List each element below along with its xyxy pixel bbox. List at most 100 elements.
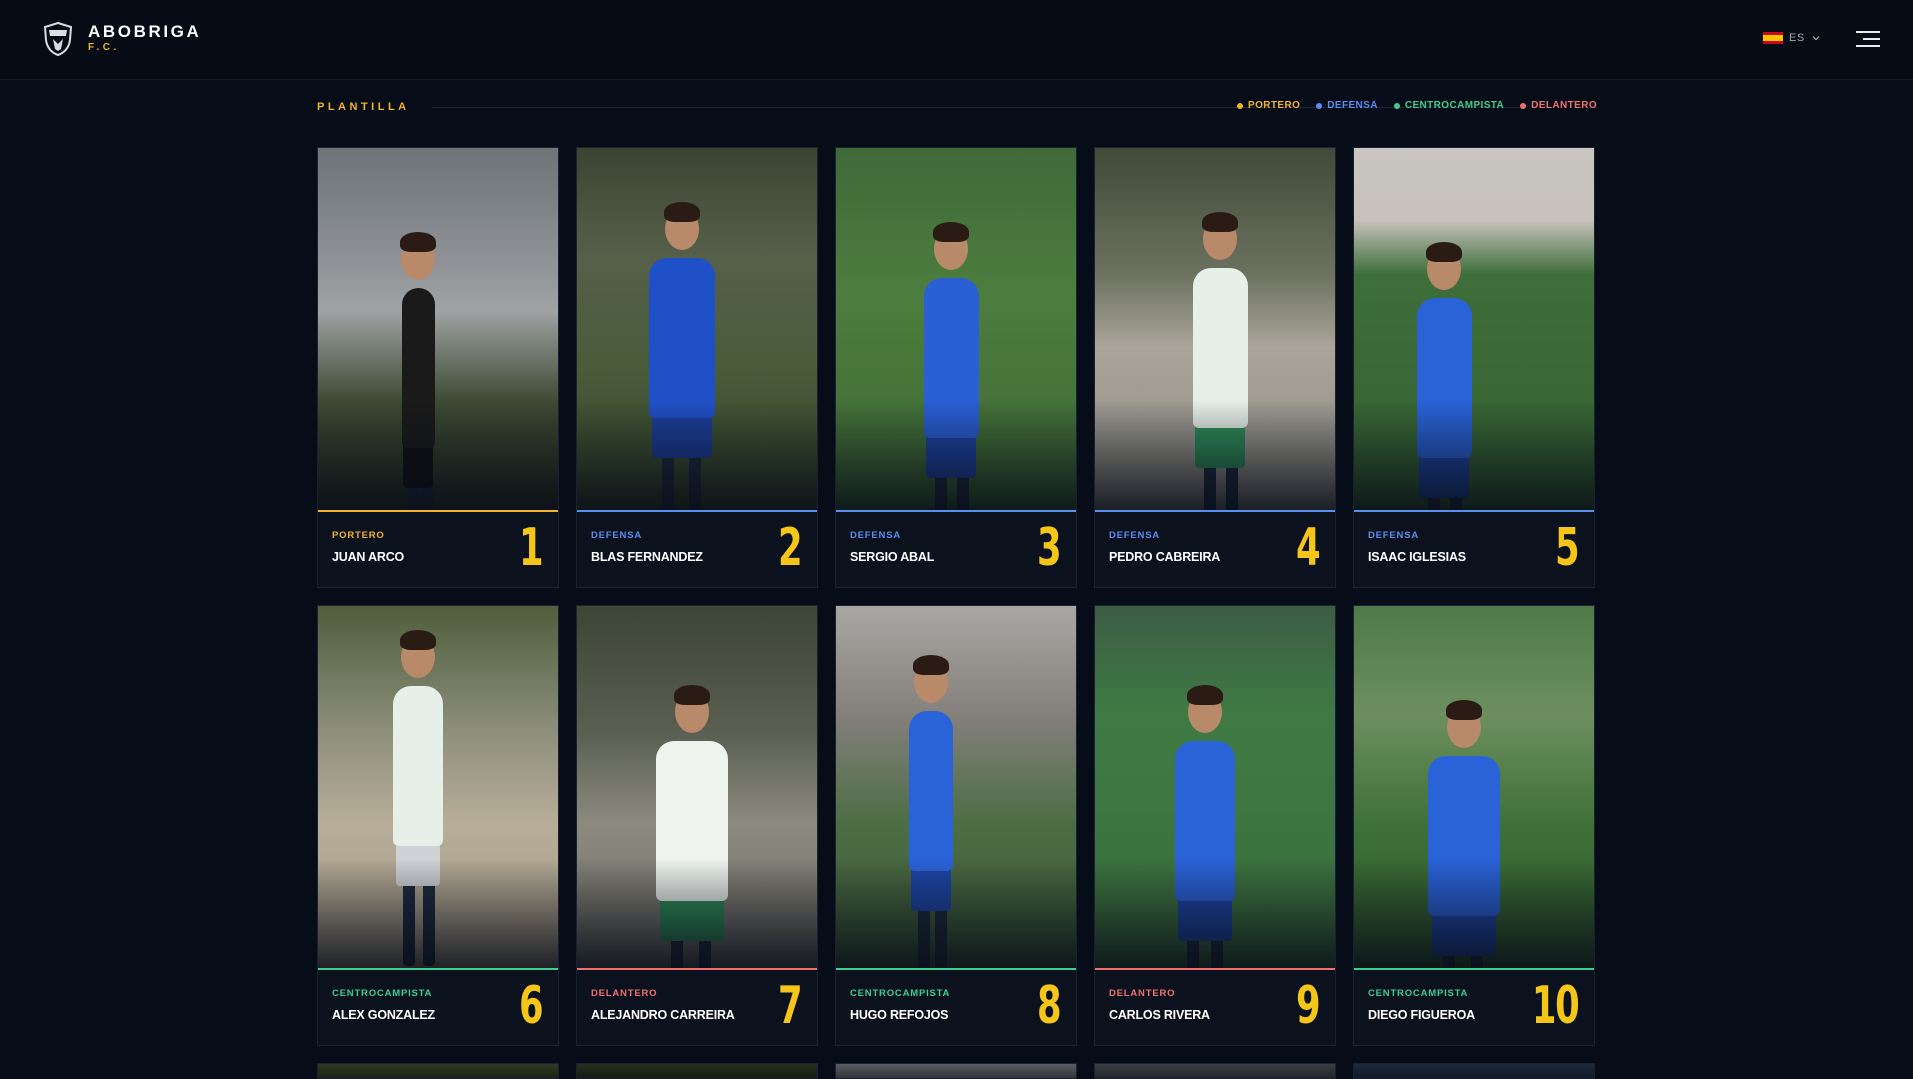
player-name: DIEGO FIGUEROA [1368,1008,1475,1022]
photo-fade [318,400,558,510]
player-card-partial[interactable] [835,1063,1077,1079]
player-photo [318,606,558,968]
photo-fade [836,400,1076,510]
player-position: CENTROCAMPISTA [850,988,951,999]
player-card[interactable]: DEFENSA ISAAC IGLESIAS 5 [1353,147,1595,588]
player-card[interactable]: CENTROCAMPISTA HUGO REFOJOS 8 [835,605,1077,1046]
legend-dot [1393,102,1400,109]
player-card[interactable]: CENTROCAMPISTA DIEGO FIGUEROA 10 [1353,605,1595,1046]
photo-fade [577,858,817,968]
player-info: DELANTERO CARLOS RIVERA [1109,988,1210,1022]
photo-fade [1354,400,1594,510]
player-number: 8 [1036,976,1062,1036]
menu-bar [1856,45,1880,47]
player-number: 9 [1295,976,1321,1036]
brand-logo[interactable]: ABOBRIGA F.C. [44,22,201,56]
position-accent-line [1095,968,1335,970]
player-position: CENTROCAMPISTA [1368,988,1469,999]
legend-label: DELANTERO [1531,100,1597,111]
player-number: 1 [518,518,544,578]
photo-fade [1095,858,1335,968]
player-card[interactable]: DEFENSA BLAS FERNANDEZ 2 [576,147,818,588]
site-header: ABOBRIGA F.C. ES [0,0,1913,80]
menu-bar [1863,38,1880,40]
position-accent-line [1354,968,1594,970]
player-position: DEFENSA [1368,530,1419,541]
player-position: DELANTERO [591,988,658,999]
player-info: PORTERO JUAN ARCO [332,530,404,564]
player-position: DEFENSA [850,530,901,541]
legend-item: PORTERO [1237,100,1300,111]
player-position: CENTROCAMPISTA [332,988,433,999]
player-photo [1354,148,1594,510]
player-name: SERGIO ABAL [850,550,935,564]
language-code: ES [1789,32,1805,44]
photo-fade [577,400,817,510]
player-number: 4 [1295,518,1321,578]
player-info: CENTROCAMPISTA HUGO REFOJOS [850,988,950,1022]
section-title: PLANTILLA [317,101,410,113]
legend-label: DEFENSA [1327,100,1378,111]
squad-section-header: PLANTILLA PORTERO DEFENSA CENTROCAMPISTA DE… [317,98,1597,116]
player-position: DEFENSA [1109,530,1160,541]
player-card[interactable]: DELANTERO ALEJANDRO CARREIRA 7 [576,605,818,1046]
player-name: BLAS FERNANDEZ [591,550,703,564]
language-selector[interactable]: ES [1763,32,1821,44]
player-card[interactable]: DEFENSA SERGIO ABAL 3 [835,147,1077,588]
player-info: DEFENSA SERGIO ABAL [850,530,934,564]
brand-name: ABOBRIGA F.C. [88,23,201,55]
player-info: CENTROCAMPISTA DIEGO FIGUEROA [1368,988,1475,1022]
player-photo [318,148,558,510]
player-card[interactable]: PORTERO JUAN ARCO 1 [317,147,559,588]
player-card-partial[interactable] [1353,1063,1595,1079]
player-photo [1354,606,1594,968]
player-grid: PORTERO JUAN ARCO 1 DEFENSA BLAS FERNANDEZ 2 D… [317,147,1597,1046]
position-accent-line [318,510,558,512]
player-name: ALEX GONZALEZ [332,1008,435,1022]
position-accent-line [1354,510,1594,512]
position-accent-line [1095,510,1335,512]
position-legend: PORTERO DEFENSA CENTROCAMPISTA DELANTERO [1237,100,1597,111]
position-accent-line [577,968,817,970]
player-name: JUAN ARCO [332,550,405,564]
legend-item: CENTROCAMPISTA [1393,100,1505,111]
player-card-partial[interactable] [1094,1063,1336,1079]
player-name: CARLOS RIVERA [1109,1008,1210,1022]
legend-label: CENTROCAMPISTA [1404,100,1505,111]
brand-line2: F.C. [88,42,120,53]
player-name: ALEJANDRO CARREIRA [591,1008,735,1022]
chevron-down-icon [1812,36,1820,41]
player-info: DELANTERO ALEJANDRO CARREIRA [591,988,735,1022]
player-name: HUGO REFOJOS [850,1008,949,1022]
player-name: ISAAC IGLESIAS [1368,550,1466,564]
legend-dot [1520,102,1527,109]
legend-item: DEFENSA [1316,100,1378,111]
player-position: PORTERO [332,530,385,541]
player-position: DEFENSA [591,530,642,541]
player-card[interactable]: DEFENSA PEDRO CABREIRA 4 [1094,147,1336,588]
player-info: CENTROCAMPISTA ALEX GONZALEZ [332,988,435,1022]
player-position: DELANTERO [1109,988,1176,999]
position-accent-line [318,968,558,970]
player-info: DEFENSA PEDRO CABREIRA [1109,530,1220,564]
legend-item: DELANTERO [1520,100,1597,111]
player-photo [836,148,1076,510]
player-card-partial[interactable] [317,1063,559,1079]
player-number: 6 [518,976,544,1036]
player-card-partial[interactable] [576,1063,818,1079]
club-crest-icon [44,22,72,56]
legend-dot [1237,102,1244,109]
player-info: DEFENSA BLAS FERNANDEZ [591,530,703,564]
player-info: DEFENSA ISAAC IGLESIAS [1368,530,1466,564]
position-accent-line [836,510,1076,512]
player-number: 5 [1554,518,1580,578]
hamburger-menu-icon[interactable] [1856,29,1880,49]
legend-dot [1316,102,1323,109]
brand-line1: ABOBRIGA [88,22,202,41]
player-card[interactable]: DELANTERO CARLOS RIVERA 9 [1094,605,1336,1046]
player-card[interactable]: CENTROCAMPISTA ALEX GONZALEZ 6 [317,605,559,1046]
position-accent-line [836,968,1076,970]
player-number: 2 [777,518,803,578]
photo-fade [1095,400,1335,510]
player-photo [577,606,817,968]
